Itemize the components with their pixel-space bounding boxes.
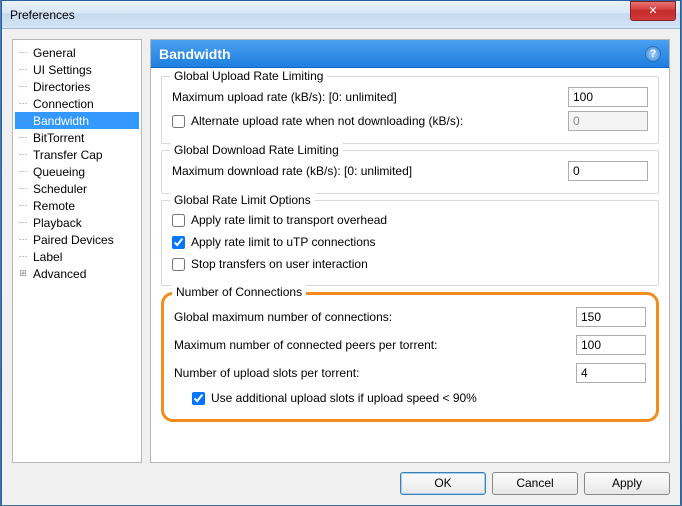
- window-title: Preferences: [10, 8, 630, 22]
- sidebar-item-transfer-cap[interactable]: ⋯ Transfer Cap: [15, 146, 139, 163]
- row-alt-upload: Alternate upload rate when not downloadi…: [172, 109, 648, 133]
- tree-dotline-icon: ⋯: [17, 81, 29, 92]
- panel-header: Bandwidth ?: [151, 40, 669, 68]
- tree-dotline-icon: ⋯: [17, 183, 29, 194]
- tree-dotline-icon: ⋯: [17, 251, 29, 262]
- legend-download: Global Download Rate Limiting: [170, 143, 343, 157]
- panel-title: Bandwidth: [159, 46, 231, 62]
- sidebar-item-connection[interactable]: ⋯ Connection: [15, 95, 139, 112]
- sidebar-item-remote[interactable]: ⋯ Remote: [15, 197, 139, 214]
- row-global-conn: Global maximum number of connections:: [174, 303, 646, 331]
- sidebar-item-general[interactable]: ⋯ General: [15, 44, 139, 61]
- row-opt-utp: Apply rate limit to uTP connections: [172, 231, 648, 253]
- title-bar: Preferences ✕: [2, 1, 680, 29]
- row-peers-per-torrent: Maximum number of connected peers per to…: [174, 331, 646, 359]
- sidebar-item-directories[interactable]: ⋯ Directories: [15, 78, 139, 95]
- tree-dotline-icon: ⋯: [17, 166, 29, 177]
- sidebar-item-label: Scheduler: [33, 182, 87, 196]
- label-transport: Apply rate limit to transport overhead: [191, 213, 387, 227]
- close-icon: ✕: [648, 4, 657, 17]
- legend-options: Global Rate Limit Options: [170, 193, 315, 207]
- sidebar-item-scheduler[interactable]: ⋯ Scheduler: [15, 180, 139, 197]
- input-alt-upload: [568, 111, 648, 131]
- sidebar-item-bandwidth[interactable]: ⋯ Bandwidth: [15, 112, 139, 129]
- input-peers[interactable]: [576, 335, 646, 355]
- label-global-conn: Global maximum number of connections:: [174, 310, 576, 324]
- tree-dotline-icon: ⋯: [17, 98, 29, 109]
- sidebar-item-label: Advanced: [33, 267, 86, 281]
- row-max-download: Maximum download rate (kB/s): [0: unlimi…: [172, 159, 648, 183]
- sidebar-item-playback[interactable]: ⋯ Playback: [15, 214, 139, 231]
- tree-dotline-icon: ⋯: [17, 217, 29, 228]
- sidebar-item-label[interactable]: ⋯ Label: [15, 248, 139, 265]
- input-max-upload[interactable]: [568, 87, 648, 107]
- row-opt-stop: Stop transfers on user interaction: [172, 253, 648, 275]
- row-opt-transport: Apply rate limit to transport overhead: [172, 209, 648, 231]
- panel-body: Global Upload Rate Limiting Maximum uplo…: [151, 68, 669, 462]
- sidebar-item-label: Transfer Cap: [33, 148, 103, 162]
- input-global-conn[interactable]: [576, 307, 646, 327]
- sidebar-item-label: UI Settings: [33, 63, 92, 77]
- fieldset-rate-options: Global Rate Limit Options Apply rate lim…: [161, 200, 659, 286]
- row-upload-slots: Number of upload slots per torrent:: [174, 359, 646, 387]
- checkbox-stop-transfers[interactable]: [172, 258, 185, 271]
- legend-connections: Number of Connections: [172, 285, 306, 299]
- row-max-upload: Maximum upload rate (kB/s): [0: unlimite…: [172, 85, 648, 109]
- sidebar-item-label: Label: [33, 250, 62, 264]
- checkbox-transport-overhead[interactable]: [172, 214, 185, 227]
- sidebar-item-label: Directories: [33, 80, 90, 94]
- tree-dotline-icon: ⋯: [17, 234, 29, 245]
- client-area: ⋯ General ⋯ UI Settings ⋯ Directories ⋯ Connect…: [2, 29, 680, 505]
- sidebar-item-label: Paired Devices: [33, 233, 114, 247]
- label-slots: Number of upload slots per torrent:: [174, 366, 576, 380]
- sidebar-item-label: Bandwidth: [33, 114, 89, 128]
- sidebar-item-label: Connection: [33, 97, 94, 111]
- apply-button[interactable]: Apply: [584, 472, 670, 495]
- tree-dotline-icon: ⋯: [17, 200, 29, 211]
- sidebar-item-advanced[interactable]: ⊞ Advanced: [15, 265, 139, 282]
- tree-dotline-icon: ⋯: [17, 64, 29, 75]
- cancel-button[interactable]: Cancel: [492, 472, 578, 495]
- tree-dotline-icon: ⋯: [17, 47, 29, 58]
- help-icon[interactable]: ?: [645, 46, 661, 62]
- label-max-upload: Maximum upload rate (kB/s): [0: unlimite…: [172, 90, 568, 104]
- sidebar-item-ui-settings[interactable]: ⋯ UI Settings: [15, 61, 139, 78]
- tree-dotline-icon: ⋯: [17, 132, 29, 143]
- label-peers: Maximum number of connected peers per to…: [174, 338, 576, 352]
- checkbox-additional-slots[interactable]: [192, 392, 205, 405]
- tree-dotline-icon: ⋯: [17, 149, 29, 160]
- tree-dotline-icon: ⋯: [17, 115, 29, 126]
- label-max-download: Maximum download rate (kB/s): [0: unlimi…: [172, 164, 568, 178]
- sidebar-item-label: Remote: [33, 199, 75, 213]
- sidebar-item-label: Playback: [33, 216, 82, 230]
- sidebar-item-label: General: [33, 46, 76, 60]
- sidebar-item-paired-devices[interactable]: ⋯ Paired Devices: [15, 231, 139, 248]
- label-utp: Apply rate limit to uTP connections: [191, 235, 376, 249]
- label-alt-upload: Alternate upload rate when not downloadi…: [191, 114, 463, 128]
- close-button[interactable]: ✕: [630, 1, 676, 21]
- legend-upload: Global Upload Rate Limiting: [170, 69, 327, 83]
- checkbox-utp[interactable]: [172, 236, 185, 249]
- expand-icon[interactable]: ⊞: [17, 268, 29, 279]
- fieldset-connections: Number of Connections Global maximum num…: [161, 292, 659, 422]
- sidebar-item-bittorrent[interactable]: ⋯ BitTorrent: [15, 129, 139, 146]
- sidebar-tree[interactable]: ⋯ General ⋯ UI Settings ⋯ Directories ⋯ Connect…: [12, 39, 142, 463]
- dialog-button-row: OK Cancel Apply: [12, 463, 670, 497]
- label-additional-slots: Use additional upload slots if upload sp…: [211, 391, 477, 405]
- sidebar-item-label: BitTorrent: [33, 131, 84, 145]
- settings-panel: Bandwidth ? Global Upload Rate Limiting …: [150, 39, 670, 463]
- preferences-window: Preferences ✕ ⋯ General ⋯ UI Settings ⋯ Direc…: [1, 0, 681, 504]
- sidebar-item-queueing[interactable]: ⋯ Queueing: [15, 163, 139, 180]
- label-stop: Stop transfers on user interaction: [191, 257, 368, 271]
- fieldset-download-rate: Global Download Rate Limiting Maximum do…: [161, 150, 659, 194]
- content-area: ⋯ General ⋯ UI Settings ⋯ Directories ⋯ Connect…: [12, 39, 670, 463]
- sidebar-item-label: Queueing: [33, 165, 85, 179]
- fieldset-upload-rate: Global Upload Rate Limiting Maximum uplo…: [161, 76, 659, 144]
- ok-button[interactable]: OK: [400, 472, 486, 495]
- checkbox-alt-upload[interactable]: [172, 115, 185, 128]
- row-additional-slots: Use additional upload slots if upload sp…: [192, 387, 646, 409]
- input-max-download[interactable]: [568, 161, 648, 181]
- input-slots[interactable]: [576, 363, 646, 383]
